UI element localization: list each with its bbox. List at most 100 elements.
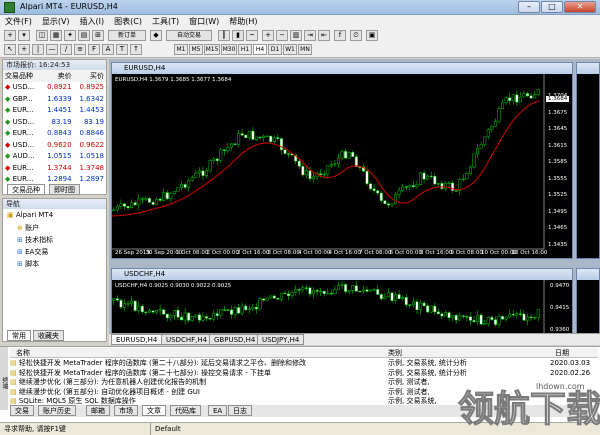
menu-window[interactable]: 窗口(W)	[184, 15, 224, 28]
navigator-icon[interactable]: ✦	[64, 30, 76, 41]
chart-window-third[interactable]	[576, 62, 600, 259]
new-order-button[interactable]: 新订单	[108, 30, 146, 41]
menu-help[interactable]: 帮助(H)	[224, 15, 262, 28]
tf-m5[interactable]: M5	[189, 44, 203, 55]
trendline-icon[interactable]: /	[60, 44, 72, 55]
article-icon: ▤	[10, 397, 17, 405]
market-watch-icon[interactable]: ◫	[36, 30, 48, 41]
nav-accounts[interactable]: ⊕ 账户	[17, 223, 39, 233]
market-watch-row[interactable]: ◆ USD... 0.9620 0.9622	[3, 139, 106, 151]
tab-common[interactable]: 常用	[7, 330, 31, 341]
fibonacci-icon[interactable]: F	[88, 44, 100, 55]
nav-experts[interactable]: ⊞ EA交易	[17, 247, 48, 257]
tile-windows-icon[interactable]: ▥	[290, 30, 302, 41]
terminal-tab-market[interactable]: 市场	[114, 405, 138, 416]
zoom-in-icon[interactable]: +	[262, 30, 274, 41]
accounts-icon: ⊕	[17, 224, 23, 232]
periods-icon[interactable]: ⏲	[350, 30, 362, 41]
templates-icon[interactable]: ▣	[366, 30, 378, 41]
chart-tab-usdjpy[interactable]: USDJPY,H4	[257, 334, 305, 345]
candle-body	[351, 152, 355, 157]
candle-body	[222, 309, 226, 311]
chart-tab-gbpusd[interactable]: GBPUSD,H4	[209, 334, 261, 345]
channel-icon[interactable]: ≡	[74, 44, 86, 55]
menu-file[interactable]: 文件(F)	[0, 15, 37, 28]
terminal-tab-articles[interactable]: 文章	[142, 405, 166, 416]
label-icon[interactable]: T	[116, 44, 128, 55]
market-watch-row[interactable]: ◆ EUR... 0.8843 0.8846	[3, 128, 106, 140]
tab-symbols[interactable]: 交易品种	[7, 184, 45, 195]
tf-d1[interactable]: D1	[268, 44, 282, 55]
market-watch-row[interactable]: ◆ EUR... 1.4451 1.4453	[3, 105, 106, 117]
tf-h4[interactable]: H4	[253, 44, 267, 55]
horizontal-line-icon[interactable]: —	[46, 44, 58, 55]
terminal-tab-experts[interactable]: EA	[208, 405, 228, 416]
tab-tick-chart[interactable]: 即时图	[49, 184, 80, 195]
indicators-icon[interactable]: f	[334, 30, 346, 41]
col-date[interactable]: 日期	[555, 348, 569, 358]
profiles-icon[interactable]: ▾	[18, 30, 30, 41]
article-category: 示例, 测试者,	[388, 378, 430, 386]
col-bid[interactable]: 卖价	[41, 70, 73, 82]
chart-shift-icon[interactable]: ⇤	[318, 30, 330, 41]
chart-window-fourth[interactable]	[576, 268, 600, 343]
market-watch-panel: 市场报价: 16:24:53 交易品种 卖价 买价 ◆ USD... 0.8921…	[2, 59, 107, 195]
col-name[interactable]: 名称	[16, 348, 30, 358]
chart-tab-usdchf[interactable]: USDCHF,H4	[161, 334, 213, 345]
tf-m15[interactable]: M15	[204, 44, 220, 55]
nav-root[interactable]: ▣ Alpari MT4	[7, 211, 53, 219]
market-watch-row[interactable]: ◆ EUR... 1.3744 1.3748	[3, 162, 106, 174]
article-date: 2020.02.26	[550, 368, 591, 377]
vertical-line-icon[interactable]: |	[32, 44, 44, 55]
tf-w1[interactable]: W1	[283, 44, 297, 55]
arrows-icon[interactable]: ↑	[130, 44, 142, 55]
col-category[interactable]: 类别	[388, 348, 402, 358]
chart-tab-eurusd[interactable]: EURUSD,H4	[111, 334, 163, 345]
terminal-tab-history[interactable]: 账户历史	[38, 405, 76, 416]
new-chart-icon[interactable]: +	[4, 30, 16, 41]
bar-chart-icon[interactable]: ┃	[218, 30, 230, 41]
terminal-tab-trade[interactable]: 交易	[10, 405, 34, 416]
maximize-button[interactable]: □	[541, 1, 563, 13]
chart-window-eurusd[interactable]: EURUSD,H4 EURUSD,H4 1.3679 1.3685 1.3677…	[111, 62, 573, 259]
candlestick-icon[interactable]: ▮	[232, 30, 244, 41]
col-symbol[interactable]: 交易品种	[3, 70, 41, 82]
zoom-out-icon[interactable]: −	[276, 30, 288, 41]
crosshair-icon[interactable]: +	[18, 44, 30, 55]
market-watch-row[interactable]: ◆ USD... 0.8921 0.8925	[3, 82, 106, 94]
terminal-tab-journal[interactable]: 日志	[228, 405, 252, 416]
chart-window-usdchf[interactable]: USDCHF,H4 USDCHF,H4 0.9025 0.9030 0.9022…	[111, 268, 573, 343]
terminal-tab-codebase[interactable]: 代码库	[170, 405, 201, 416]
tf-m1[interactable]: M1	[174, 44, 188, 55]
tf-h1[interactable]: H1	[238, 44, 252, 55]
tab-favorites[interactable]: 收藏夹	[33, 330, 64, 341]
terminal-row[interactable]: ▤ 轻松快捷开发 MetaTrader 程序的函数库 (第二十八部分): 延后交…	[10, 359, 595, 369]
menu-charts[interactable]: 图表(C)	[109, 15, 147, 28]
nav-indicators[interactable]: ⊞ 技术指标	[17, 235, 53, 245]
terminal-tab-mailbox[interactable]: 邮箱	[86, 405, 110, 416]
tester-icon[interactable]: ⊞	[92, 30, 104, 41]
menu-view[interactable]: 显示(V)	[37, 15, 75, 28]
usdchf-ohlc-info: USDCHF,H4 0.9025 0.9030 0.9022 0.9025	[115, 283, 232, 289]
close-button[interactable]: ✕	[564, 1, 596, 13]
tf-m30[interactable]: M30	[221, 44, 237, 55]
market-watch-row[interactable]: ◆ USD... 83.19 83.19	[3, 116, 106, 128]
data-window-icon[interactable]: ▦	[50, 30, 62, 41]
menu-tools[interactable]: 工具(T)	[147, 15, 184, 28]
line-chart-icon[interactable]: ~	[246, 30, 258, 41]
tf-mn[interactable]: MN	[298, 44, 312, 55]
metaeditor-icon[interactable]: ◆	[150, 30, 162, 41]
autoscroll-icon[interactable]: ⇥	[304, 30, 316, 41]
col-ask[interactable]: 买价	[74, 70, 106, 82]
terminal-row[interactable]: ▤ 轻松快捷开发 MetaTrader 程序的函数库 (第二十七部分): 操控交…	[10, 369, 595, 379]
menu-insert[interactable]: 插入(I)	[75, 15, 110, 28]
text-icon[interactable]: A	[102, 44, 114, 55]
market-watch-row[interactable]: ◆ AUD... 1.0515 1.0518	[3, 151, 106, 163]
terminal-icon[interactable]: ▤	[78, 30, 90, 41]
market-watch-row[interactable]: ◆ GBP... 1.6339 1.6342	[3, 93, 106, 105]
terminal-row[interactable]: ▤ 继续漫步优化 (第三部分): 为任意机器人创建优化报告的机制 示例, 测试者,	[10, 378, 595, 388]
nav-scripts[interactable]: ⊞ 脚本	[17, 259, 39, 269]
minimize-button[interactable]: –	[518, 1, 540, 13]
autotrading-button[interactable]: 自动交易	[166, 30, 212, 41]
cursor-icon[interactable]: ↖	[4, 44, 16, 55]
